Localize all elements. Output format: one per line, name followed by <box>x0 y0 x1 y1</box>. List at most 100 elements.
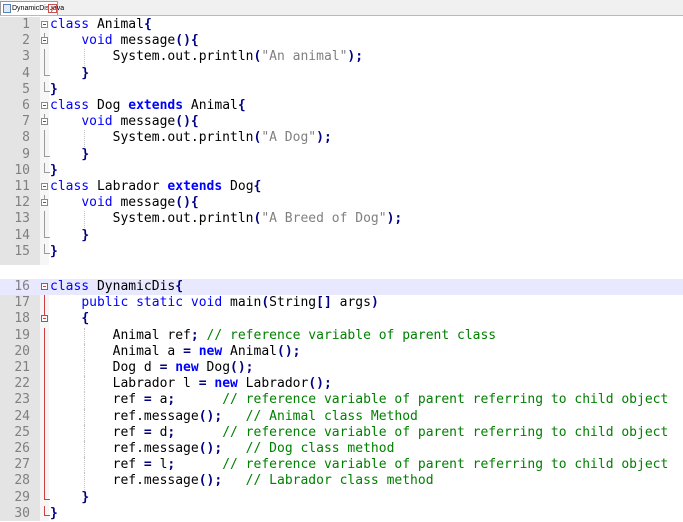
code-line[interactable]: 3 System.out.println("An animal"); <box>0 49 683 66</box>
code-token: // Animal class Method <box>222 408 418 424</box>
indent-guide <box>84 360 86 377</box>
close-tab-icon[interactable]: × <box>48 4 57 13</box>
code-line[interactable]: 24 ref.message(); // Animal class Method <box>0 408 683 425</box>
code-line[interactable]: 15} <box>0 243 683 260</box>
code-line[interactable]: 12 void message(){ <box>0 195 683 211</box>
code-token: System.out.println <box>50 130 254 146</box>
code-line[interactable]: 6 class Dog extends Animal{ <box>0 98 683 114</box>
line-number: 19 <box>14 327 30 343</box>
line-number: 11 <box>14 179 30 194</box>
code-text: class Dog extends Animal{ <box>50 98 246 114</box>
code-text: } <box>50 490 89 506</box>
code-line[interactable]: 20 Animal a = new Animal(); <box>0 343 683 360</box>
code-token: Dog <box>198 360 231 375</box>
code-line[interactable]: 28 ref.message(); // Labrador class meth… <box>0 473 683 490</box>
code-token: Animal <box>89 17 144 32</box>
code-token: // Labrador class method <box>222 473 434 489</box>
code-token: "A Breed of Dog" <box>261 211 387 227</box>
code-token: ref <box>50 457 144 473</box>
line-number: 9 <box>22 146 30 162</box>
code-line[interactable]: 30} <box>0 505 683 522</box>
code-token: // reference variable of parent referrin… <box>175 392 669 408</box>
code-line[interactable]: 13 System.out.println("A Breed of Dog"); <box>0 211 683 228</box>
code-line[interactable]: 16 class DynamicDis{ <box>0 279 683 296</box>
fold-line <box>44 327 45 344</box>
code-text: } <box>50 228 89 244</box>
code-line[interactable]: 18 { <box>0 311 683 327</box>
fold-line <box>44 360 45 377</box>
code-token: } <box>81 489 90 505</box>
code-token: main <box>222 295 262 311</box>
code-token: } <box>50 243 58 259</box>
code-token: (); <box>230 360 254 375</box>
code-line[interactable]: 5} <box>0 81 683 98</box>
code-token: ( <box>261 295 270 311</box>
code-line[interactable]: 4 } <box>0 65 683 82</box>
code-line[interactable]: 25 ref = d; // reference variable of par… <box>0 424 683 441</box>
code-editor-bottom[interactable]: 16 class DynamicDis{17 public static void… <box>0 279 683 521</box>
code-line[interactable]: 7 void message(){ <box>0 114 683 130</box>
code-token: [] <box>316 295 332 311</box>
code-token: (); <box>198 441 223 456</box>
line-number: 22 <box>14 376 30 392</box>
code-token: Labrador <box>89 179 168 194</box>
indent-guide <box>84 473 86 490</box>
code-line[interactable]: 21 Dog d = new Dog(); <box>0 360 683 377</box>
code-line[interactable]: 26 ref.message(); // Dog class method <box>0 441 683 458</box>
code-token: { <box>237 98 246 113</box>
code-token: } <box>50 162 58 178</box>
line-number: 29 <box>14 489 30 505</box>
fold-line <box>44 424 45 441</box>
fold-toggle-icon[interactable] <box>41 183 48 190</box>
code-line[interactable]: 11 class Labrador extends Dog{ <box>0 179 683 195</box>
code-token: class <box>50 279 90 294</box>
code-line[interactable]: 19 Animal ref; // reference variable of … <box>0 327 683 344</box>
line-number: 23 <box>14 392 30 408</box>
tab-dynamicdis-java[interactable]: DynamicDis.java × <box>0 1 64 15</box>
code-line[interactable]: 23 ref = a; // reference variable of par… <box>0 392 683 409</box>
code-line[interactable]: 22 Labrador l = new Labrador(); <box>0 376 683 393</box>
code-token: ; <box>190 327 199 343</box>
code-token: l <box>151 457 168 473</box>
code-line[interactable]: 14 } <box>0 227 683 244</box>
fold-line <box>44 408 45 425</box>
code-line[interactable]: 29 } <box>0 489 683 506</box>
fold-toggle-icon[interactable] <box>41 199 48 207</box>
indent-guide <box>84 424 86 441</box>
code-line[interactable]: 8 System.out.println("A Dog"); <box>0 130 683 147</box>
fold-line <box>44 392 45 409</box>
code-token: args <box>331 295 371 311</box>
fold-line <box>44 114 45 119</box>
code-text: System.out.println("A Breed of Dog"); <box>50 211 403 227</box>
code-token: message <box>112 33 176 49</box>
code-line[interactable]: 17 public static void main(String[] args… <box>0 295 683 312</box>
code-line[interactable]: 2 void message(){ <box>0 33 683 49</box>
code-token: = <box>183 343 191 359</box>
code-line[interactable]: 1 class Animal{ <box>0 17 683 33</box>
code-line[interactable]: 9 } <box>0 146 683 163</box>
code-editor-top[interactable]: 1 class Animal{2 void message(){3 System.… <box>0 17 683 265</box>
code-token: ref.message <box>50 473 199 489</box>
indent-guide <box>84 343 86 360</box>
code-line[interactable]: 27 ref = l; // reference variable of par… <box>0 457 683 474</box>
fold-toggle-icon[interactable] <box>41 102 48 109</box>
line-number: 4 <box>22 65 30 81</box>
indent-guide <box>84 49 86 66</box>
code-text: Dog d = new Dog(); <box>50 360 254 376</box>
indent-guide <box>84 327 86 344</box>
fold-toggle-icon[interactable] <box>41 315 48 323</box>
fold-toggle-icon[interactable] <box>41 37 48 45</box>
code-token: a <box>151 392 168 408</box>
fold-toggle-icon[interactable] <box>41 283 48 290</box>
fold-toggle-icon[interactable] <box>41 21 48 28</box>
fold-line <box>44 441 45 458</box>
code-line[interactable]: 10} <box>0 162 683 179</box>
code-token: (); <box>198 473 223 489</box>
code-token: DynamicDis <box>89 279 176 294</box>
fold-toggle-icon[interactable] <box>41 118 48 126</box>
fold-line <box>44 473 45 490</box>
code-text: } <box>50 163 58 179</box>
code-token: { <box>253 179 262 194</box>
code-token: (); <box>198 408 223 424</box>
